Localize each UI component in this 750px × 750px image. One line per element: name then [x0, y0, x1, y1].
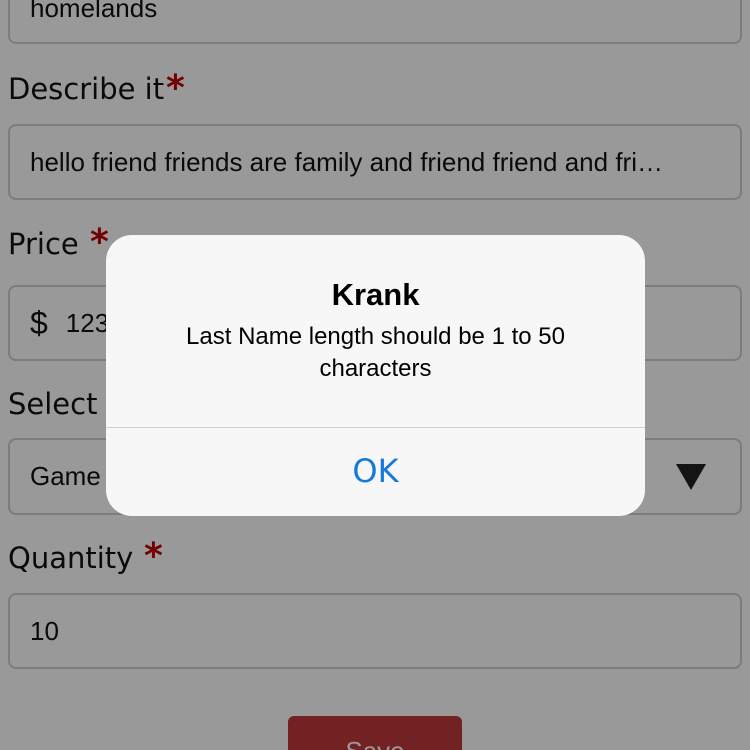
alert-ok-button[interactable]: OK: [106, 428, 645, 516]
alert-dialog: Krank Last Name length should be 1 to 50…: [106, 235, 645, 516]
alert-message: Last Name length should be 1 to 50 chara…: [186, 323, 565, 382]
alert-title: Krank: [331, 277, 420, 312]
